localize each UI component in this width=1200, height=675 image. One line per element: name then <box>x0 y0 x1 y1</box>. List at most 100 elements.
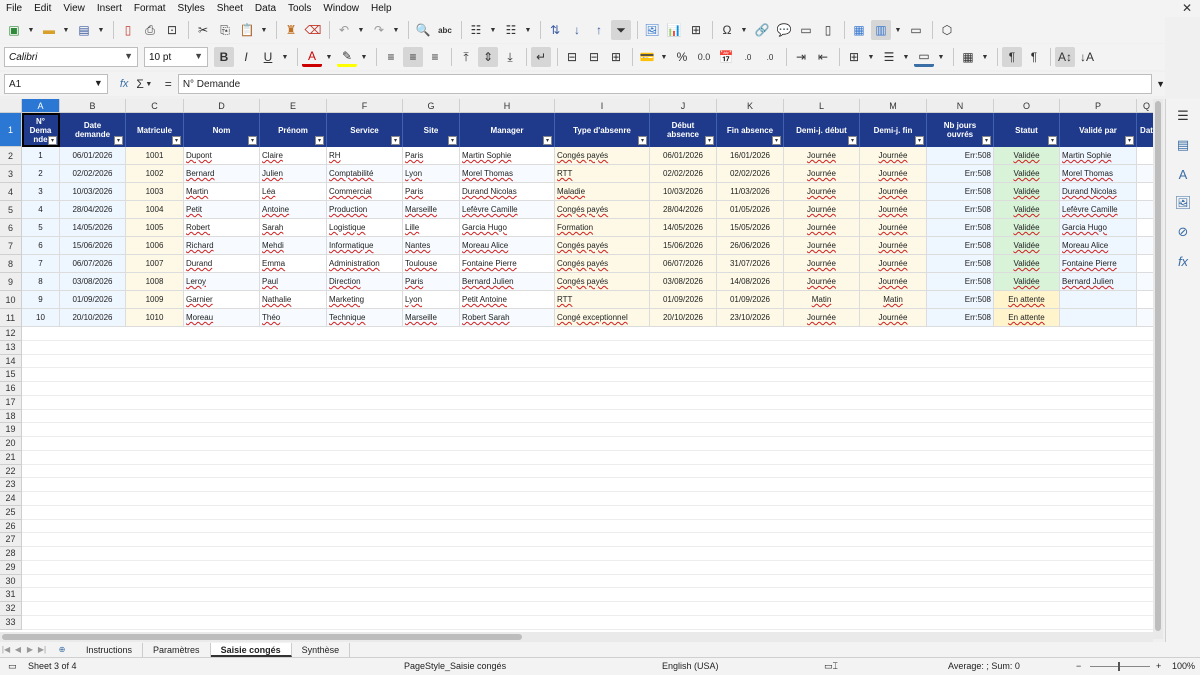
table-cell[interactable]: Technique <box>327 309 403 327</box>
font-size-combo[interactable]: 10 pt ▼ <box>144 47 208 67</box>
text-orientation-vertical-icon[interactable]: ↓A <box>1077 47 1097 67</box>
table-cell[interactable]: Journée <box>784 255 860 273</box>
autofilter-dropdown-icon[interactable]: ▾ <box>172 136 181 145</box>
row-header[interactable]: 25 <box>0 505 22 520</box>
menu-data[interactable]: Data <box>255 3 276 14</box>
table-cell[interactable]: Commercial <box>327 183 403 201</box>
highlight-dropdown-icon[interactable]: ▼ <box>359 47 369 67</box>
row-header[interactable]: 20 <box>0 437 22 451</box>
column-header-m[interactable]: M <box>860 99 927 113</box>
table-cell[interactable]: Informatique <box>327 237 403 255</box>
table-cell[interactable]: Journée <box>860 255 927 273</box>
insert-chart-icon[interactable]: 📊 <box>664 20 684 40</box>
border-color-dropdown-icon[interactable]: ▼ <box>936 47 946 67</box>
row-header[interactable]: 17 <box>0 395 22 410</box>
column-header-o[interactable]: O <box>994 99 1060 113</box>
split-dropdown-icon[interactable]: ▼ <box>893 20 903 40</box>
row-header[interactable]: 26 <box>0 519 22 534</box>
autofilter-dropdown-icon[interactable]: ▾ <box>1125 136 1134 145</box>
table-cell[interactable]: Production <box>327 201 403 219</box>
table-cell[interactable] <box>1060 309 1137 327</box>
table-cell[interactable]: Validée <box>994 219 1060 237</box>
scroll-thumb[interactable] <box>2 634 522 640</box>
table-cell[interactable]: 06/01/2026 <box>650 147 717 165</box>
table-header-cell[interactable]: Début absence ▾ <box>650 113 717 147</box>
table-cell[interactable]: Err:508 <box>927 201 994 219</box>
row-header[interactable]: 11 <box>0 309 22 327</box>
row-header[interactable]: 22 <box>0 464 22 479</box>
table-cell[interactable]: Garnier <box>184 291 260 309</box>
export-pdf-icon[interactable]: ▯ <box>118 20 138 40</box>
table-cell[interactable]: 10 <box>22 309 60 327</box>
borders-icon[interactable]: ⊞ <box>844 47 864 67</box>
page-style[interactable]: PageStyle_Saisie congés <box>404 661 506 671</box>
table-cell[interactable]: 06/07/2026 <box>650 255 717 273</box>
first-sheet-icon[interactable]: |◀ <box>0 645 12 654</box>
spelling-icon[interactable]: abc <box>435 20 455 40</box>
table-cell[interactable]: Logistique <box>327 219 403 237</box>
expand-formula-icon[interactable]: ▼ <box>1156 79 1165 89</box>
unmerge-cells-icon[interactable]: ⊞ <box>606 47 626 67</box>
row-header[interactable]: 15 <box>0 368 22 382</box>
menu-window[interactable]: Window <box>323 3 359 14</box>
next-sheet-icon[interactable]: ▶ <box>24 645 36 654</box>
table-cell[interactable]: Mehdi <box>260 237 327 255</box>
row-header[interactable]: 1 <box>0 113 22 147</box>
table-header-cell[interactable]: Type d'absenre ▾ <box>555 113 650 147</box>
table-cell[interactable]: Journée <box>860 219 927 237</box>
table-header-cell[interactable]: Nom ▾ <box>184 113 260 147</box>
table-cell[interactable]: Emma <box>260 255 327 273</box>
table-cell[interactable]: Comptabilité <box>327 165 403 183</box>
table-cell[interactable]: 4 <box>22 201 60 219</box>
table-cell[interactable]: Martin Sophie <box>460 147 555 165</box>
row-header[interactable]: 13 <box>0 340 22 355</box>
table-cell[interactable]: Richard <box>184 237 260 255</box>
table-cell[interactable] <box>1060 291 1137 309</box>
table-cell[interactable]: Léa <box>260 183 327 201</box>
table-cell[interactable]: Validée <box>994 237 1060 255</box>
table-cell[interactable]: Petit Antoine <box>460 291 555 309</box>
row-header[interactable]: 7 <box>0 237 22 255</box>
italic-icon[interactable]: I <box>236 47 256 67</box>
define-print-area-icon[interactable]: ▯ <box>818 20 838 40</box>
show-draw-functions-icon[interactable]: ▭ <box>906 20 926 40</box>
table-cell[interactable]: Lefèvre Camille <box>1060 201 1137 219</box>
autofilter-dropdown-icon[interactable]: ▾ <box>638 136 647 145</box>
table-cell[interactable]: Petit <box>184 201 260 219</box>
scroll-thumb[interactable] <box>1155 101 1161 631</box>
font-color-icon[interactable]: A <box>302 47 322 67</box>
row-header[interactable]: 19 <box>0 423 22 437</box>
save-dropdown-icon[interactable]: ▼ <box>96 20 106 40</box>
table-header-cell[interactable]: Date demande ▾ <box>60 113 126 147</box>
menu-icon[interactable]: ☰ <box>1173 106 1193 126</box>
undo-icon[interactable]: ↶ <box>334 20 354 40</box>
clear-formatting-icon[interactable]: ⌫ <box>303 20 323 40</box>
currency-dropdown-icon[interactable]: ▼ <box>659 47 669 67</box>
row-header[interactable]: 23 <box>0 478 22 492</box>
table-cell[interactable]: 28/04/2026 <box>650 201 717 219</box>
table-cell[interactable]: 6 <box>22 237 60 255</box>
table-cell[interactable]: Paris <box>403 183 460 201</box>
table-cell[interactable]: Journée <box>860 147 927 165</box>
table-cell[interactable]: 10/03/2026 <box>60 183 126 201</box>
table-header-cell[interactable]: Dat <box>1137 113 1153 147</box>
table-cell[interactable]: 03/08/2026 <box>60 273 126 291</box>
print-preview-icon[interactable]: ⊡ <box>162 20 182 40</box>
autofilter-dropdown-icon[interactable]: ▾ <box>391 136 400 145</box>
save-icon[interactable]: ▤ <box>74 20 94 40</box>
bold-icon[interactable]: B <box>214 47 234 67</box>
zoom-slider[interactable] <box>1090 662 1150 671</box>
table-cell[interactable] <box>1137 183 1153 201</box>
table-cell[interactable]: 1003 <box>126 183 184 201</box>
row-header[interactable]: 14 <box>0 354 22 369</box>
table-cell[interactable]: Lyon <box>403 165 460 183</box>
table-cell[interactable]: Martin Sophie <box>1060 147 1137 165</box>
table-cell[interactable]: Leroy <box>184 273 260 291</box>
split-window-icon[interactable]: ▥ <box>871 20 891 40</box>
table-cell[interactable]: Matin <box>860 291 927 309</box>
row-header[interactable]: 12 <box>0 327 22 341</box>
row-header[interactable]: 24 <box>0 492 22 506</box>
table-cell[interactable]: 06/01/2026 <box>60 147 126 165</box>
table-cell[interactable]: Paris <box>403 147 460 165</box>
autofilter-dropdown-icon[interactable]: ▾ <box>248 136 257 145</box>
